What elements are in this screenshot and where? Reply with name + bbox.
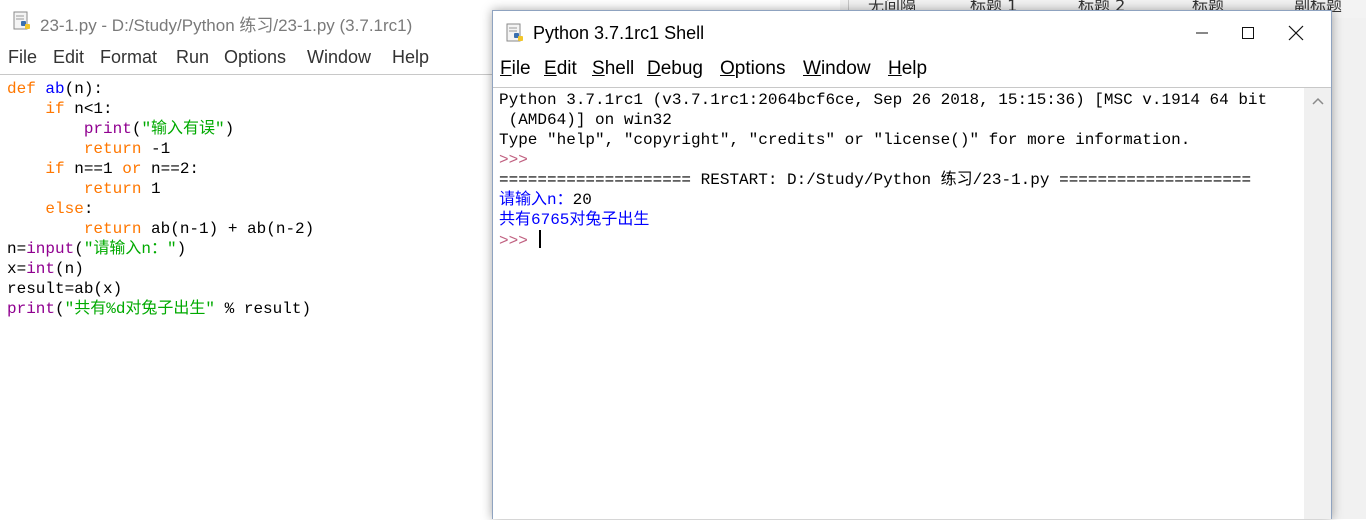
- shell-titlebar[interactable]: Python 3.7.1rc1 Shell: [493, 11, 1331, 55]
- editor-menu-options[interactable]: Options: [224, 47, 286, 68]
- result-output: 共有6765对兔子出生: [499, 211, 650, 229]
- input-prompt-text: 请输入n：: [499, 191, 573, 209]
- shell-menu-help[interactable]: Help: [888, 58, 927, 80]
- scroll-up-arrow-icon[interactable]: [1310, 94, 1326, 110]
- python-shell-icon: [506, 23, 523, 42]
- banner-line-2: (AMD64)] on win32: [499, 111, 672, 129]
- vertical-scrollbar[interactable]: [1304, 87, 1331, 519]
- shell-transcript[interactable]: Python 3.7.1rc1 (v3.7.1rc1:2064bcf6ce, S…: [499, 90, 1267, 251]
- shell-menu-shell[interactable]: Shell: [592, 58, 634, 80]
- code-line[interactable]: else:: [7, 200, 93, 218]
- close-button[interactable]: [1273, 11, 1319, 55]
- code-editor-area[interactable]: def ab(n): if n<1: print("输入有误") return …: [0, 74, 494, 520]
- editor-titlebar[interactable]: 23-1.py - D:/Study/Python 练习/23-1.py (3.…: [0, 0, 494, 42]
- code-line[interactable]: return -1: [7, 140, 170, 158]
- editor-menu-window[interactable]: Window: [307, 47, 371, 68]
- shell-menubar: File Edit Shell Debug Options Window Hel…: [493, 57, 1331, 85]
- shell-title: Python 3.7.1rc1 Shell: [533, 23, 705, 43]
- editor-menu-file[interactable]: File: [8, 47, 37, 68]
- text-cursor: [539, 230, 542, 248]
- code-line[interactable]: if n<1:: [7, 100, 112, 118]
- banner-line-3: Type "help", "copyright", "credits" or "…: [499, 131, 1191, 149]
- banner-line-1: Python 3.7.1rc1 (v3.7.1rc1:2064bcf6ce, S…: [499, 91, 1268, 109]
- editor-menu-edit[interactable]: Edit: [53, 47, 84, 68]
- code-line[interactable]: def ab(n):: [7, 80, 103, 98]
- python-file-icon: [13, 11, 30, 30]
- code-line[interactable]: print("输入有误"): [7, 120, 234, 138]
- shell-prompt: >>>: [499, 151, 538, 169]
- code-line[interactable]: x=int(n): [7, 260, 84, 278]
- code-line[interactable]: n=input("请输入n："): [7, 240, 186, 258]
- editor-menu-help[interactable]: Help: [392, 47, 429, 68]
- user-input-value: 20: [572, 191, 592, 209]
- editor-menu-format[interactable]: Format: [100, 47, 157, 68]
- shell-menu-edit[interactable]: Edit: [544, 58, 577, 80]
- editor-menu-run[interactable]: Run: [176, 47, 209, 68]
- code-line[interactable]: if n==1 or n==2:: [7, 160, 199, 178]
- shell-menu-window[interactable]: Window: [803, 58, 871, 80]
- shell-window: Python 3.7.1rc1 Shell File Edit Shell De…: [492, 10, 1332, 519]
- background-window-area: [1331, 18, 1366, 519]
- editor-menubar: File Edit Format Run Options Window Help: [0, 44, 494, 72]
- close-icon: [1288, 25, 1304, 41]
- shell-prompt-active: >>>: [499, 232, 538, 250]
- shell-menu-options[interactable]: Options: [720, 58, 785, 80]
- minimize-icon: [1196, 32, 1208, 34]
- restart-line: ==================== RESTART: D:/Study/P…: [499, 171, 1252, 189]
- editor-window: 23-1.py - D:/Study/Python 练习/23-1.py (3.…: [0, 0, 494, 520]
- code-line[interactable]: return 1: [7, 180, 161, 198]
- code-line[interactable]: return ab(n-1) + ab(n-2): [7, 220, 314, 238]
- minimize-button[interactable]: [1179, 11, 1225, 55]
- source-code[interactable]: def ab(n): if n<1: print("输入有误") return …: [7, 79, 314, 319]
- shell-output-area[interactable]: Python 3.7.1rc1 (v3.7.1rc1:2064bcf6ce, S…: [493, 87, 1304, 519]
- editor-title: 23-1.py - D:/Study/Python 练习/23-1.py (3.…: [40, 16, 413, 35]
- code-line[interactable]: result=ab(x): [7, 280, 122, 298]
- maximize-icon: [1242, 27, 1254, 39]
- maximize-button[interactable]: [1225, 11, 1271, 55]
- shell-menu-file[interactable]: File: [500, 58, 531, 80]
- shell-menu-debug[interactable]: Debug: [647, 58, 703, 80]
- code-line[interactable]: print("共有%d对兔子出生" % result): [7, 300, 311, 318]
